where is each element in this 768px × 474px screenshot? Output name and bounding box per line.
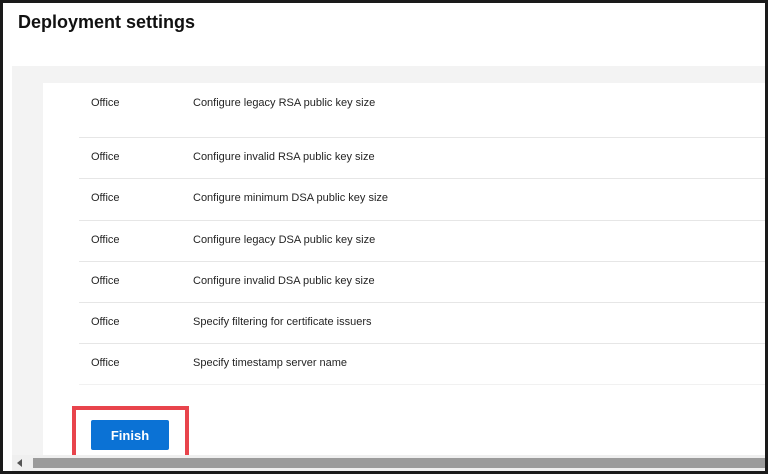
row-category: Office	[91, 316, 120, 328]
row-category: Office	[91, 97, 120, 109]
table-row: Office Specify timestamp server name	[79, 343, 765, 385]
row-category: Office	[91, 151, 120, 163]
table-row: Office Configure legacy DSA public key s…	[79, 220, 765, 262]
row-setting-name: Specify timestamp server name	[193, 357, 348, 369]
settings-list-panel[interactable]: Office Configure legacy RSA public key s…	[43, 83, 765, 457]
table-row: Office Configure invalid DSA public key …	[79, 261, 765, 303]
table-row: Office Configure invalid RSA public key …	[79, 137, 765, 179]
row-setting-name: Configure invalid DSA public key size	[193, 275, 375, 287]
scrollbar-thumb[interactable]	[33, 458, 765, 468]
row-setting-name: Specify filtering for certificate issuer…	[193, 316, 372, 328]
row-setting-name: Configure legacy RSA public key size	[193, 97, 376, 109]
table-row: Office Specify filtering for certificate…	[79, 302, 765, 344]
row-setting-name: Configure minimum DSA public key size	[193, 192, 389, 204]
row-setting-name: Configure legacy DSA public key size	[193, 234, 376, 246]
chevron-left-icon	[16, 459, 22, 467]
scroll-left-button[interactable]	[12, 455, 26, 471]
page-title: Deployment settings	[18, 12, 196, 32]
table-row: Office Configure minimum DSA public key …	[79, 178, 765, 220]
row-setting-name: Configure invalid RSA public key size	[193, 151, 375, 163]
table-row: Office Configure legacy RSA public key s…	[79, 83, 765, 119]
horizontal-scrollbar[interactable]	[12, 455, 765, 471]
row-category: Office	[91, 192, 120, 204]
row-category: Office	[91, 275, 120, 287]
deployment-settings-window: Deployment settings Office Configure leg…	[0, 0, 768, 474]
finish-highlight-box	[72, 406, 189, 459]
row-category: Office	[91, 234, 120, 246]
row-category: Office	[91, 357, 120, 369]
